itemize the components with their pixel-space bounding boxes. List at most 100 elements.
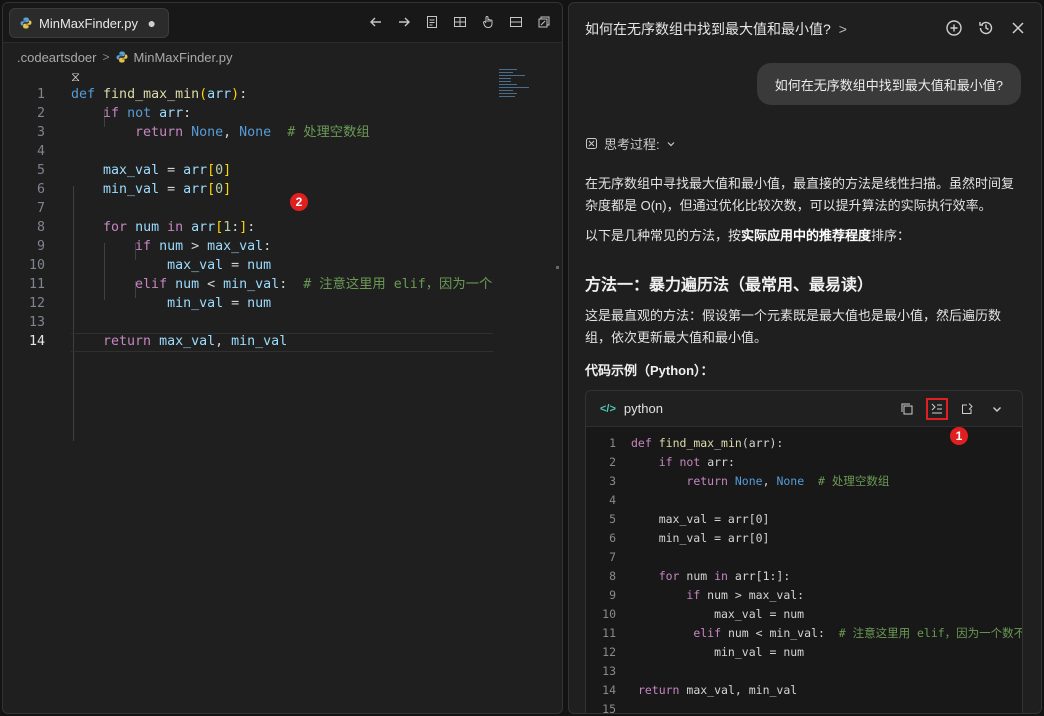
code-text: max_val = arr[0] bbox=[631, 512, 770, 526]
apply-icon[interactable] bbox=[956, 398, 978, 420]
answer-paragraph-2: 以下是几种常见的方法，按实际应用中的推荐程度排序： bbox=[585, 225, 1025, 247]
line-number: 4 bbox=[609, 493, 616, 507]
line-number: 2 bbox=[609, 455, 616, 469]
restore-icon[interactable] bbox=[534, 12, 554, 32]
new-chat-icon[interactable] bbox=[943, 17, 965, 39]
arrow-left-icon[interactable] bbox=[366, 12, 386, 32]
code-text: return None, None # 处理空数组 bbox=[686, 474, 890, 488]
code-text: min_val = arr[0] bbox=[103, 182, 232, 197]
python-file-icon bbox=[116, 51, 128, 63]
line-number: 8 bbox=[609, 569, 616, 583]
method-heading: 方法一：暴力遍历法（最常用、最易读） bbox=[585, 277, 874, 294]
document-icon[interactable] bbox=[422, 12, 442, 32]
editor-tab-bar: MinMaxFinder.py ● bbox=[3, 3, 562, 43]
code-text: for num in arr[1:]: bbox=[103, 220, 256, 235]
arrow-right-icon[interactable] bbox=[394, 12, 414, 32]
line-number: 9 bbox=[609, 588, 616, 602]
line-number: 9 bbox=[36, 239, 45, 254]
line-number: 8 bbox=[36, 220, 45, 235]
panel-icon[interactable] bbox=[506, 12, 526, 32]
line-number: 2 bbox=[36, 106, 45, 121]
code-line[interactable]: 8 for num in arr[1:]: bbox=[3, 218, 493, 237]
code-text: min_val = num bbox=[631, 645, 805, 659]
minimap[interactable] bbox=[499, 69, 543, 109]
breadcrumb-file[interactable]: MinMaxFinder.py bbox=[134, 50, 233, 65]
code-text: min_val = num bbox=[167, 296, 272, 311]
code-block-line: 3 return None, None # 处理空数组 bbox=[596, 472, 1022, 491]
code-line[interactable]: 12 min_val = num bbox=[3, 294, 493, 313]
code-line[interactable]: 13 bbox=[3, 313, 493, 332]
code-block-body[interactable]: 1 def find_max_min(arr): 2 if not arr: 3 re… bbox=[596, 434, 1023, 714]
code-line[interactable]: 1 def find_max_min(arr): bbox=[3, 85, 493, 104]
code-block-header: </> python bbox=[586, 391, 1022, 427]
line-number: 10 bbox=[28, 258, 45, 273]
hand-pointer-icon[interactable] bbox=[478, 12, 498, 32]
line-number: 14 bbox=[28, 334, 45, 349]
code-block-line: 7 bbox=[596, 548, 1022, 567]
line-number: 6 bbox=[609, 531, 616, 545]
para2-bold: 实际应用中的推荐程度 bbox=[741, 228, 872, 243]
line-number: 3 bbox=[609, 474, 616, 488]
code-block-line: 15 bbox=[596, 700, 1022, 714]
code-line[interactable]: 10 max_val = num bbox=[3, 256, 493, 275]
code-language-icon: </> bbox=[600, 402, 616, 415]
code-block-line: 12 min_val = num bbox=[596, 643, 1022, 662]
chat-header-actions bbox=[943, 17, 1029, 39]
code-block-line: 11 elif num < min_val: # 注意这里用 elif，因为一个… bbox=[596, 624, 1023, 643]
code-text: elif num < min_val: # 注意这里用 elif，因为一个数不可 bbox=[693, 626, 1023, 640]
line-number: 11 bbox=[602, 626, 616, 640]
code-line[interactable]: 2 if not arr: bbox=[3, 104, 493, 123]
editor-toolbar bbox=[366, 12, 554, 32]
collapse-chevron-icon[interactable] bbox=[986, 398, 1008, 420]
brain-icon bbox=[586, 138, 597, 149]
code-text: elif num < min_val: # 注意这里用 elif，因为一个数 bbox=[135, 277, 493, 292]
code-text: max_val = arr[0] bbox=[103, 163, 232, 178]
code-block-line: 14 return max_val, min_val bbox=[596, 681, 1022, 700]
code-line[interactable]: 3 return None, None # 处理空数组 bbox=[3, 123, 493, 142]
code-line[interactable]: 9 if num > max_val: bbox=[3, 237, 493, 256]
unsaved-dot-icon[interactable]: ● bbox=[148, 15, 156, 31]
code-block-actions bbox=[896, 398, 1008, 420]
split-grid-icon[interactable] bbox=[450, 12, 470, 32]
history-icon[interactable] bbox=[975, 17, 997, 39]
splitter-handle[interactable] bbox=[556, 266, 559, 269]
code-line[interactable]: 5 max_val = arr[0] bbox=[3, 161, 493, 180]
line-number: 15 bbox=[602, 702, 616, 714]
code-block-line: 10 max_val = num bbox=[596, 605, 1022, 624]
copy-icon[interactable] bbox=[896, 398, 918, 420]
thinking-label: 思考过程: bbox=[604, 137, 660, 152]
chat-code-block: </> python 1 1 def find_max_min(arr): 2 if… bbox=[585, 390, 1023, 714]
code-text: def find_max_min(arr): bbox=[631, 436, 784, 450]
ai-chat-pane: 如何在无序数组中找到最大值和最小值? > 如何在无序数组中找到最大值和最小值? … bbox=[568, 2, 1042, 714]
chevron-right-icon[interactable]: > bbox=[839, 21, 847, 37]
python-file-icon bbox=[20, 17, 32, 29]
insert-code-icon[interactable] bbox=[926, 398, 948, 420]
code-block-line: 8 for num in arr[1:]: bbox=[596, 567, 1022, 586]
code-text: max_val = num bbox=[631, 607, 805, 621]
code-text: if num > max_val: bbox=[135, 239, 272, 254]
code-text: return None, None # 处理空数组 bbox=[135, 125, 370, 140]
close-icon[interactable] bbox=[1007, 17, 1029, 39]
tab-label: MinMaxFinder.py bbox=[39, 15, 138, 31]
chat-title[interactable]: 如何在无序数组中找到最大值和最小值? bbox=[585, 19, 831, 39]
editor-tab-minmaxfinder[interactable]: MinMaxFinder.py ● bbox=[9, 8, 169, 38]
chat-header: 如何在无序数组中找到最大值和最小值? > bbox=[569, 3, 1041, 55]
line-number: 6 bbox=[36, 182, 45, 197]
code-block-line: 5 max_val = arr[0] bbox=[596, 510, 1022, 529]
line-number: 3 bbox=[36, 125, 45, 140]
code-line[interactable]: 7 bbox=[3, 199, 493, 218]
breadcrumb-folder[interactable]: .codeartsdoer bbox=[17, 50, 97, 65]
line-number: 1 bbox=[36, 87, 45, 102]
code-editor-pane: MinMaxFinder.py ● .codeartsdoer > MinMax… bbox=[2, 2, 563, 714]
code-line[interactable]: 11 elif num < min_val: # 注意这里用 elif，因为一个… bbox=[3, 275, 493, 294]
code-block-line: 1 def find_max_min(arr): bbox=[596, 434, 1022, 453]
code-line[interactable]: 4 bbox=[3, 142, 493, 161]
line-number: 12 bbox=[602, 645, 616, 659]
code-area[interactable]: 1 def find_max_min(arr): 2 if not arr: 3 re… bbox=[3, 85, 493, 705]
para2-text: 以下是几种常见的方法，按 bbox=[585, 228, 742, 243]
line-number: 14 bbox=[602, 683, 616, 697]
answer-paragraph-1: 在无序数组中寻找最大值和最小值，最直接的方法是线性扫描。虽然时间复杂度都是 O(… bbox=[585, 176, 1015, 213]
code-line[interactable]: 6 min_val = arr[0] bbox=[3, 180, 493, 199]
thinking-toggle[interactable]: 思考过程: bbox=[585, 134, 676, 153]
hourglass-icon: ⧖ bbox=[71, 69, 81, 84]
